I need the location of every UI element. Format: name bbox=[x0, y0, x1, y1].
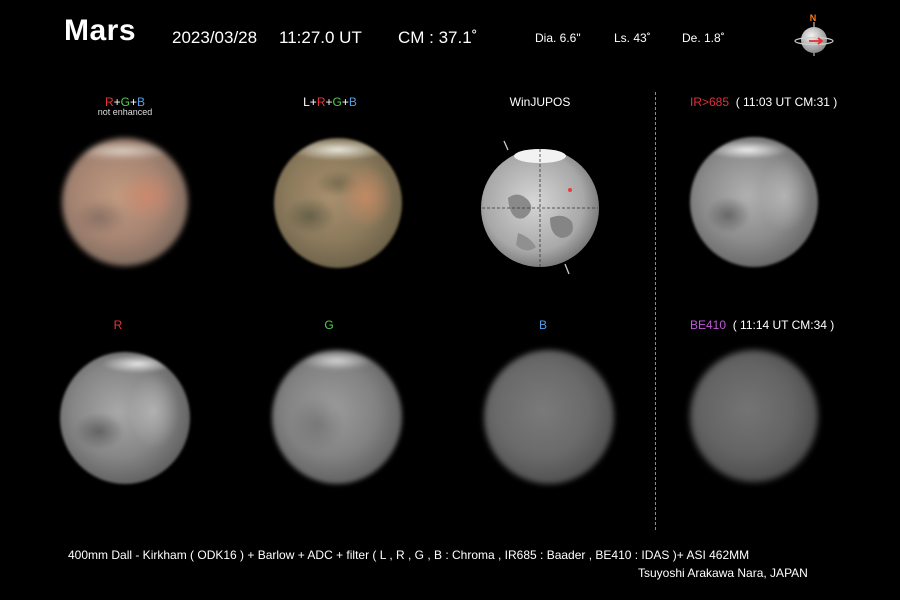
diameter: Dia. 6.6" bbox=[535, 31, 581, 45]
mars-g-filter-image bbox=[272, 350, 402, 484]
label-r: R bbox=[113, 318, 123, 332]
orientation-globe-icon: N bbox=[794, 13, 834, 56]
planet-title: Mars bbox=[64, 14, 137, 47]
section-divider bbox=[655, 92, 656, 530]
mars-rgb-image bbox=[62, 138, 188, 266]
north-label: N bbox=[810, 13, 817, 23]
label-winjupos: WinJUPOS bbox=[509, 95, 571, 109]
label-g: G bbox=[324, 318, 334, 332]
declination: De. 1.8˚ bbox=[682, 31, 725, 45]
central-meridian: CM : 37.1˚ bbox=[398, 28, 478, 47]
label-rgb: R+G+B not enhanced bbox=[80, 95, 170, 117]
observation-date: 2023/03/28 bbox=[172, 28, 258, 47]
winjupos-map-image bbox=[481, 140, 599, 275]
label-b: B bbox=[538, 318, 547, 332]
observer-credit: Tsuyoshi Arakawa Nara, JAPAN bbox=[638, 566, 808, 580]
mars-b-filter-image bbox=[484, 350, 614, 484]
label-lrgb: L+R+G+B bbox=[303, 95, 357, 109]
observation-time: 11:27.0 UT bbox=[279, 28, 362, 47]
label-ir: IR>685 ( 11:03 UT CM:31 ) bbox=[690, 95, 838, 109]
mars-be410-image bbox=[690, 350, 818, 482]
equipment-info: 400mm Dall - Kirkham ( ODK16 ) + Barlow … bbox=[68, 548, 750, 562]
solar-longitude: Ls. 43˚ bbox=[614, 31, 651, 45]
mars-r-filter-image bbox=[60, 352, 190, 484]
mars-lrgb-image bbox=[274, 138, 402, 268]
not-enhanced-note: not enhanced bbox=[97, 107, 153, 117]
mars-ir685-image bbox=[690, 137, 818, 267]
label-be410: BE410 ( 11:14 UT CM:34 ) bbox=[690, 318, 835, 332]
